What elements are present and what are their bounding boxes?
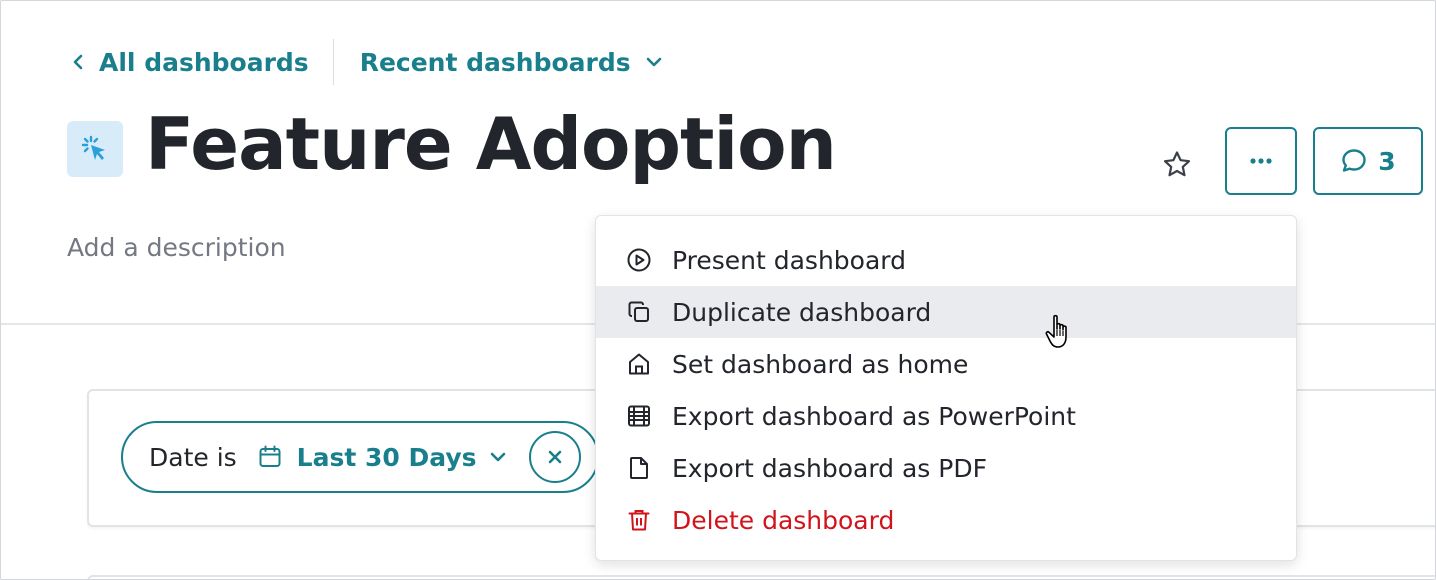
all-dashboards-link[interactable]: All dashboards bbox=[71, 48, 309, 77]
hand-pointer-icon bbox=[1045, 314, 1067, 348]
menu-item-label: Export dashboard as PDF bbox=[672, 453, 987, 483]
menu-item-set-home[interactable]: Set dashboard as home bbox=[596, 338, 1296, 390]
chevron-down-icon bbox=[489, 450, 507, 464]
recent-dashboards-label: Recent dashboards bbox=[359, 47, 631, 77]
menu-item-label: Present dashboard bbox=[672, 245, 906, 275]
page-title[interactable]: Feature Adoption bbox=[145, 99, 837, 189]
chevron-down-icon bbox=[646, 57, 661, 67]
filter-label: Date is bbox=[149, 442, 237, 472]
comments-button[interactable]: 3 bbox=[1313, 127, 1423, 195]
play-circle-icon bbox=[626, 247, 652, 273]
menu-item-present[interactable]: Present dashboard bbox=[596, 234, 1296, 286]
menu-item-duplicate[interactable]: Duplicate dashboard bbox=[596, 286, 1296, 338]
app-frame: All dashboards Recent dashboards Feature… bbox=[0, 0, 1436, 580]
chevron-left-icon bbox=[73, 54, 83, 70]
file-icon bbox=[626, 455, 652, 481]
menu-item-delete[interactable]: Delete dashboard bbox=[596, 494, 1296, 546]
filter-value[interactable]: Last 30 Days bbox=[297, 443, 477, 472]
recent-dashboards-dropdown[interactable]: Recent dashboards bbox=[360, 48, 663, 77]
breadcrumb: All dashboards Recent dashboards bbox=[71, 39, 663, 85]
menu-item-export-pdf[interactable]: Export dashboard as PDF bbox=[596, 442, 1296, 494]
menu-item-label: Delete dashboard bbox=[672, 505, 895, 535]
film-icon bbox=[626, 403, 652, 429]
clear-filter-button[interactable] bbox=[529, 431, 581, 483]
all-dashboards-label: All dashboards bbox=[99, 47, 309, 77]
menu-item-export-powerpoint[interactable]: Export dashboard as PowerPoint bbox=[596, 390, 1296, 442]
comments-count: 3 bbox=[1378, 146, 1396, 176]
more-options-button[interactable] bbox=[1225, 127, 1297, 195]
menu-item-label: Export dashboard as PowerPoint bbox=[672, 401, 1076, 431]
comment-icon bbox=[1342, 149, 1366, 172]
menu-item-label: Set dashboard as home bbox=[672, 349, 969, 379]
description-field[interactable]: Add a description bbox=[67, 233, 286, 262]
breadcrumb-divider bbox=[332, 39, 334, 85]
star-icon bbox=[1163, 151, 1191, 177]
dashboard-content-panel bbox=[87, 575, 1435, 579]
date-filter-chip[interactable]: Date is Last 30 Days bbox=[121, 421, 599, 493]
calendar-icon bbox=[257, 444, 283, 470]
close-icon bbox=[548, 450, 562, 464]
trash-icon bbox=[626, 507, 652, 533]
favorite-button[interactable] bbox=[1157, 145, 1197, 185]
home-icon bbox=[626, 351, 652, 377]
menu-item-label: Duplicate dashboard bbox=[672, 297, 932, 327]
more-horizontal-icon bbox=[1250, 158, 1272, 164]
copy-icon bbox=[626, 299, 652, 325]
cursor-click-icon bbox=[67, 121, 123, 177]
dashboard-options-menu: Present dashboard Duplicate dashboard Se… bbox=[595, 215, 1297, 561]
